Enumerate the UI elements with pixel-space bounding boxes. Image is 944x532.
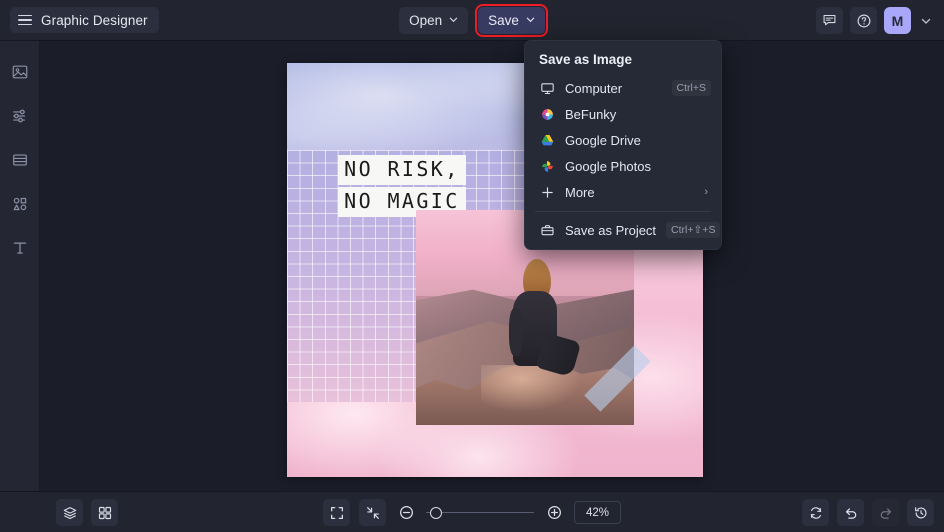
redo-icon — [878, 505, 894, 521]
shapes-icon — [11, 195, 29, 213]
history-button[interactable] — [907, 499, 934, 526]
chevron-down-icon — [449, 15, 458, 24]
question-circle-icon — [856, 13, 872, 29]
photo-person — [505, 259, 581, 380]
undo-icon — [843, 505, 859, 521]
layers-button[interactable] — [56, 499, 83, 526]
sidebar-item-graphics[interactable] — [7, 191, 33, 217]
save-menu-item-google-photos[interactable]: Google Photos — [525, 153, 721, 179]
reset-button[interactable] — [802, 499, 829, 526]
avatar[interactable]: M — [884, 7, 911, 34]
grid-icon — [97, 505, 113, 521]
save-menu-label: BeFunky — [565, 106, 617, 122]
bottom-toolbar-right — [802, 499, 934, 526]
templates-button[interactable] — [91, 499, 118, 526]
sliders-icon — [11, 107, 29, 125]
fit-to-screen-button[interactable] — [323, 499, 350, 526]
top-toolbar-right: M — [816, 0, 934, 41]
undo-button[interactable] — [837, 499, 864, 526]
save-as-project-item[interactable]: Save as Project Ctrl+⇧+S — [525, 217, 721, 243]
tools-sidebar — [0, 41, 40, 491]
save-as-project-label: Save as Project — [565, 222, 657, 238]
chevron-right-icon: › — [704, 186, 708, 198]
hamburger-icon — [18, 14, 32, 26]
zoom-slider[interactable] — [426, 506, 534, 520]
save-menu-title: Save as Image — [539, 52, 633, 67]
top-toolbar: Graphic Designer Open Save M — [0, 0, 944, 41]
history-icon — [913, 505, 929, 521]
zoom-in-button[interactable] — [543, 502, 565, 524]
chevron-down-icon — [921, 16, 931, 26]
open-label: Open — [409, 13, 443, 28]
layout-icon — [11, 151, 29, 169]
save-menu-item-computer[interactable]: Computer Ctrl+S — [525, 75, 721, 101]
reset-icon — [808, 505, 824, 521]
save-menu-item-befunky[interactable]: BeFunky — [525, 101, 721, 127]
feedback-button[interactable] — [816, 7, 843, 34]
collapse-icon — [365, 505, 381, 521]
save-menu-label: More — [565, 184, 595, 200]
photo-person-arm — [508, 307, 522, 356]
layers-icon — [62, 505, 78, 521]
canvas-headline-text[interactable]: NO RISK, NO MAGIC — [338, 155, 466, 217]
collapse-view-button[interactable] — [359, 499, 386, 526]
fit-to-screen-icon — [329, 505, 345, 521]
sidebar-item-text[interactable] — [7, 235, 33, 261]
zoom-level-input[interactable]: 42% — [574, 501, 621, 524]
chevron-down-icon — [526, 15, 535, 24]
save-as-project-shortcut: Ctrl+⇧+S — [666, 222, 721, 238]
save-menu-item-more[interactable]: More › — [525, 179, 721, 205]
redo-button[interactable] — [872, 499, 899, 526]
menu-divider — [535, 211, 711, 212]
minus-circle-icon — [398, 504, 415, 521]
google-photos-icon — [539, 158, 555, 174]
plus-icon — [539, 184, 555, 200]
google-drive-icon — [539, 132, 555, 148]
canvas-workspace[interactable]: NO RISK, NO MAGIC — [40, 41, 944, 491]
account-menu-button[interactable] — [918, 16, 934, 26]
zoom-level-value: 42% — [585, 506, 610, 519]
zoom-slider-track — [426, 511, 534, 514]
graphic-designer-app: Graphic Designer Open Save M NO RISK, NO… — [0, 0, 944, 532]
open-button[interactable]: Open — [399, 7, 469, 34]
save-menu-label: Google Drive — [565, 132, 641, 148]
image-icon — [11, 63, 29, 81]
save-label: Save — [488, 13, 519, 28]
plus-circle-icon — [546, 504, 563, 521]
save-menu-shortcut: Ctrl+S — [671, 80, 711, 96]
page-title: Graphic Designer — [41, 12, 148, 28]
comment-icon — [822, 13, 837, 28]
save-dropdown-menu: Save as Image Computer Ctrl+S BeFunky Go… — [524, 40, 722, 250]
headline-line-1: NO RISK, — [338, 155, 466, 186]
app-menu-button[interactable]: Graphic Designer — [10, 7, 159, 33]
avatar-initial: M — [891, 12, 904, 29]
monitor-icon — [539, 80, 555, 96]
sidebar-item-layout[interactable] — [7, 147, 33, 173]
sidebar-item-edit[interactable] — [7, 103, 33, 129]
bottom-toolbar: 42% — [0, 491, 944, 532]
befunky-logo-icon — [539, 106, 555, 122]
text-icon — [11, 239, 29, 257]
help-button[interactable] — [850, 7, 877, 34]
zoom-slider-handle[interactable] — [430, 506, 442, 519]
sidebar-item-image[interactable] — [7, 59, 33, 85]
save-button[interactable]: Save — [475, 4, 548, 37]
briefcase-icon — [539, 222, 555, 238]
save-menu-label: Google Photos — [565, 158, 652, 174]
zoom-out-button[interactable] — [395, 502, 417, 524]
save-menu-label: Computer — [565, 80, 623, 96]
bottom-toolbar-left — [56, 499, 118, 526]
save-menu-item-google-drive[interactable]: Google Drive — [525, 127, 721, 153]
